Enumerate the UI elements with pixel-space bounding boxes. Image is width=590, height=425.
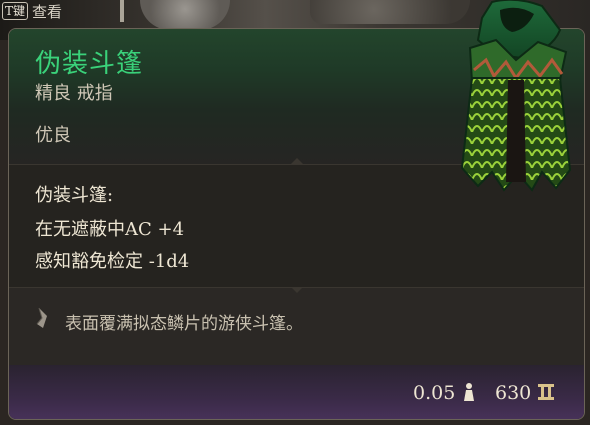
item-weight: 0.05 [413,382,456,404]
enchantment-line: 在无遮蔽中AC +4 [35,219,185,240]
scene-divider [120,0,124,22]
scene-rock [310,0,470,24]
key-cap: T键 [2,2,29,20]
quill-icon [36,307,47,328]
cloak-icon [460,0,572,192]
item-name: 伪装斗篷 [35,49,144,79]
gold-coin-icon [538,384,554,400]
inspect-key-hint[interactable]: T键 查看 [2,0,62,22]
divider-notch [291,158,303,164]
item-rarity: 优良 [35,125,71,146]
inspect-label: 查看 [32,2,63,21]
scene-rock [140,0,230,30]
enchantment-line: 感知豁免检定 -1d4 [35,251,190,272]
item-price: 630 [495,382,532,404]
item-description: 表面覆满拟态鳞片的游侠斗篷。 [65,314,303,334]
item-type: 精良 戒指 [35,83,113,104]
enchantment-title: 伪装斗篷: [35,185,114,206]
divider-notch [291,287,303,293]
weight-icon [464,383,474,401]
